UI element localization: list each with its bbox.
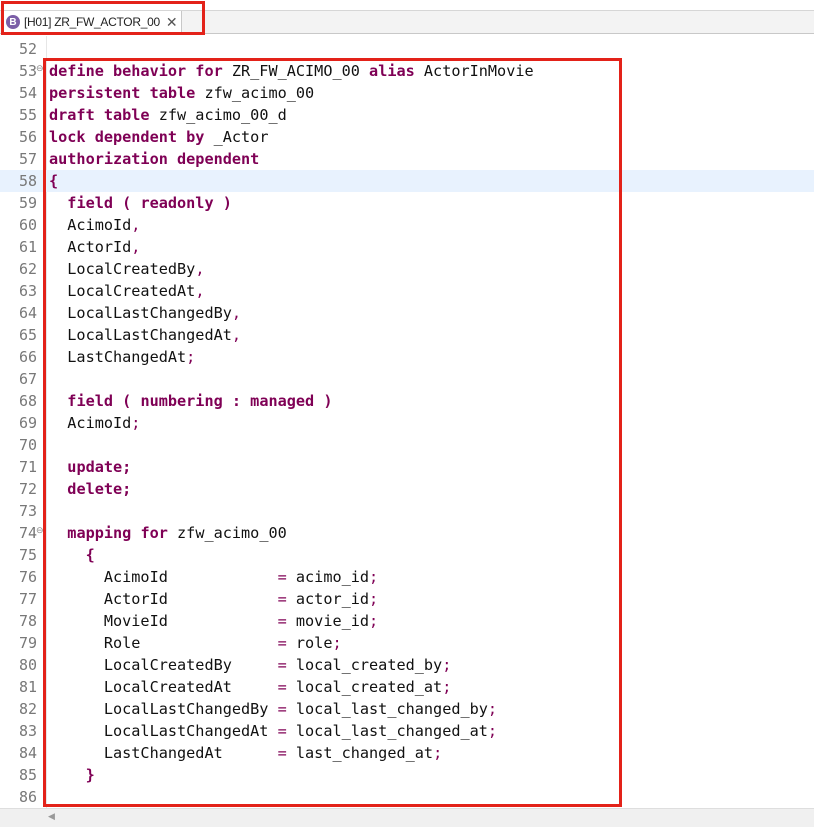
line-number: 83 [18,722,37,740]
line-number: 79 [18,634,37,652]
line-number: 52 [18,40,37,58]
line-number: 74 [18,524,37,542]
line-number: 67 [18,370,37,388]
line-number: 60 [18,216,37,234]
line-number: 73 [18,502,37,520]
line-number: 70 [18,436,37,454]
line-number: 53 [18,62,37,80]
line-number: 66 [18,348,37,366]
line-number: 77 [18,590,37,608]
line-number: 78 [18,612,37,630]
line-number: 59 [18,194,37,212]
line-number: 64 [18,304,37,322]
line-number: 57 [18,150,37,168]
line-number: 54 [18,84,37,102]
line-number: 72 [18,480,37,498]
editor-tab-bar-area: B [H01] ZR_FW_ACTOR_00 ✕ [0,0,814,36]
code-line[interactable]: 52 [0,38,814,60]
line-number: 76 [18,568,37,586]
scroll-left-arrow-icon[interactable]: ◀ [48,812,55,822]
line-number: 62 [18,260,37,278]
line-number: 68 [18,392,37,410]
horizontal-scrollbar[interactable]: ◀ [0,808,814,827]
tab-highlight-box [1,1,205,35]
line-number: 61 [18,238,37,256]
line-number: 71 [18,458,37,476]
code-highlight-box [43,58,622,807]
line-number: 58 [18,172,37,190]
line-number: 84 [18,744,37,762]
line-number: 63 [18,282,37,300]
line-number: 55 [18,106,37,124]
line-number: 82 [18,700,37,718]
line-number: 65 [18,326,37,344]
line-number: 86 [18,788,37,806]
line-number: 80 [18,656,37,674]
line-number: 81 [18,678,37,696]
line-number: 75 [18,546,37,564]
line-number: 56 [18,128,37,146]
line-number: 85 [18,766,37,784]
line-number: 69 [18,414,37,432]
